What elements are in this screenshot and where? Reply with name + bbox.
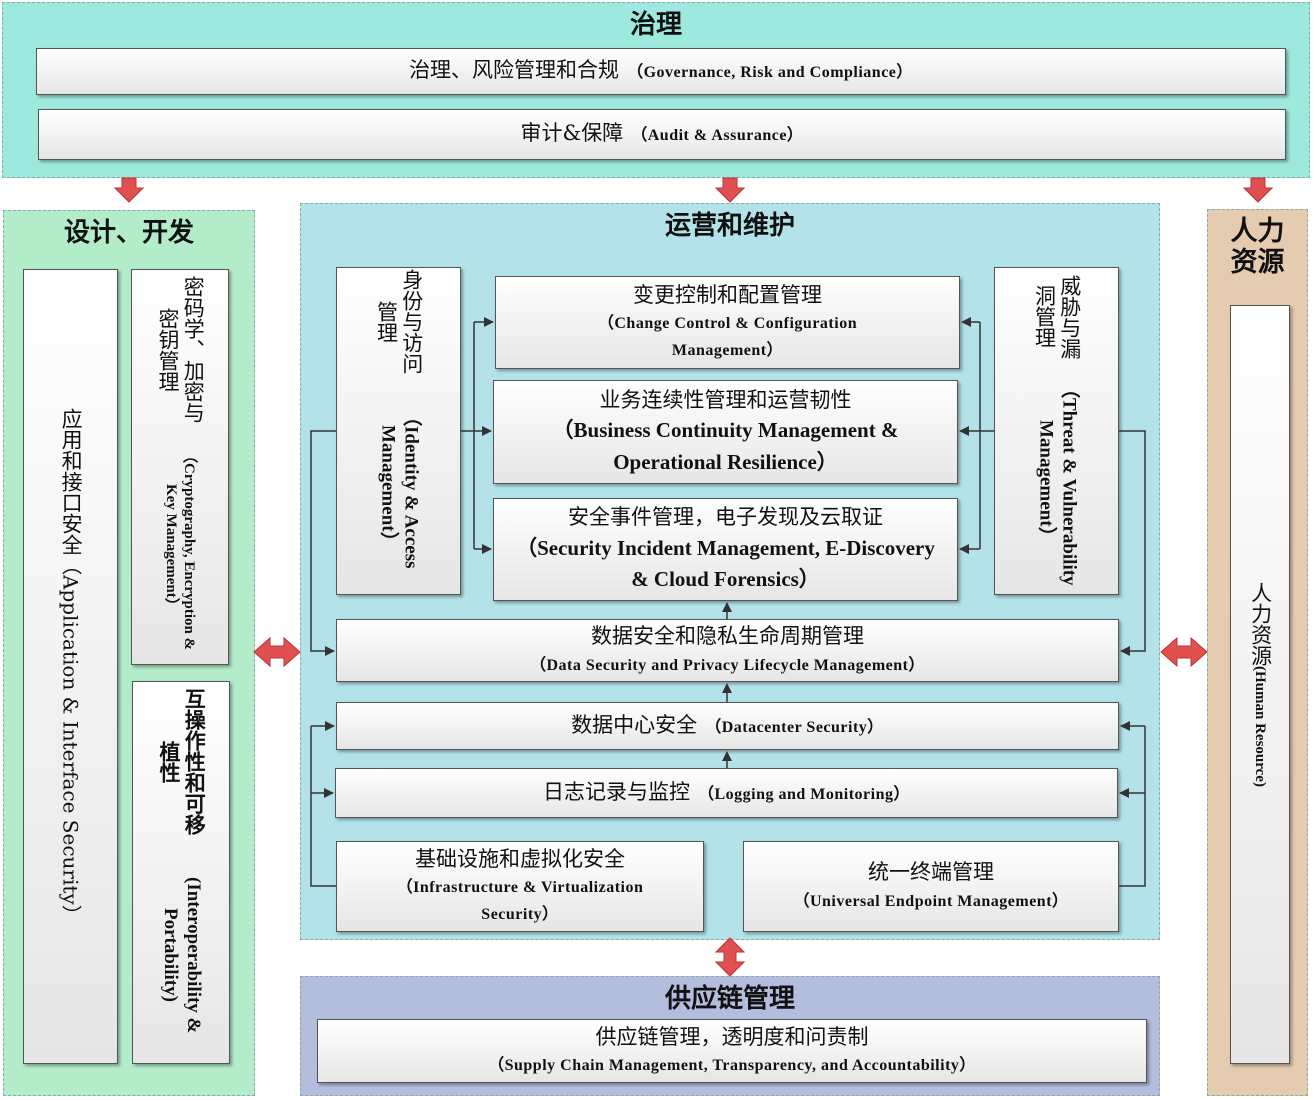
design-title: 设计、开发	[63, 218, 194, 248]
app-security-cn-label: 应用和接口安全	[59, 408, 84, 556]
crypto-en-label: （Cryptography, Encryption & Key Manageme…	[163, 447, 197, 650]
endpoint-box[interactable]: 统一终端管理 （Universal Endpoint Management）	[743, 841, 1119, 932]
double-arrow-bottom	[714, 937, 746, 977]
audit-en-label: （Audit & Assurance）	[631, 127, 804, 145]
data-security-box[interactable]: 数据安全和隐私生命周期管理 （Data Security and Privacy…	[336, 619, 1119, 682]
business-continuity-cn-label: 业务连续性管理和运营韧性	[599, 387, 852, 412]
double-arrow-left	[253, 636, 301, 668]
down-arrow-hr	[1242, 177, 1274, 203]
datacenter-en-label: （Datacenter Security）	[705, 718, 884, 736]
infrastructure-cn-label: 基础设施和虚拟化安全	[415, 846, 625, 871]
crypto-box[interactable]: 密码学、加密与密钥管理 （Cryptography, Encryption & …	[131, 269, 229, 665]
logging-cn-label: 日志记录与监控	[542, 779, 690, 804]
data-security-cn-label: 数据安全和隐私生命周期管理	[591, 624, 864, 649]
datacenter-box[interactable]: 数据中心安全 （Datacenter Security）	[336, 702, 1119, 750]
down-arrow-operations	[714, 177, 746, 203]
security-incident-en-label: （Security Incident Management, E-Discove…	[516, 535, 935, 592]
infrastructure-en-label: （Infrastructure & Virtualization Securit…	[396, 879, 644, 924]
datacenter-cn-label: 数据中心安全	[571, 712, 698, 737]
iam-box[interactable]: 身份与访问管理 （Identity & Access Management）	[336, 267, 461, 595]
interop-box[interactable]: 互操作性和可移植性 (Interoperability & Portabilit…	[132, 681, 230, 1064]
interop-cn-label: 互操作性和可移植性	[157, 688, 207, 836]
down-arrow-design	[113, 177, 145, 203]
hr-title: 人力资源	[1230, 216, 1285, 279]
governance-title: 治理	[629, 10, 682, 40]
infrastructure-box[interactable]: 基础设施和虚拟化安全 （Infrastructure & Virtualizat…	[336, 841, 704, 932]
operations-title: 运营和维护	[664, 211, 795, 241]
logging-en-label: （Logging and Monitoring）	[697, 785, 911, 803]
hr-box[interactable]: 人力资源 (Human Resource)	[1230, 305, 1290, 1064]
threat-vulnerability-cn-label: 威胁与漏洞管理	[1032, 274, 1082, 359]
data-security-en-label: （Data Security and Privacy Lifecycle Man…	[529, 656, 926, 674]
security-incident-cn-label: 安全事件管理，电子发现及云取证	[568, 505, 883, 530]
business-continuity-box[interactable]: 业务连续性管理和运营韧性 （Business Continuity Manage…	[493, 380, 958, 484]
iam-cn-label: 身份与访问管理	[374, 269, 424, 375]
threat-vulnerability-en-label: （Threat & Vulnerability Management）	[1035, 379, 1080, 586]
change-control-cn-label: 变更控制和配置管理	[633, 282, 822, 307]
threat-vulnerability-box[interactable]: 威胁与漏洞管理 （Threat & Vulnerability Manageme…	[994, 267, 1119, 595]
crypto-cn-label: 密码学、加密与密钥管理	[156, 276, 206, 424]
supply-chain-box[interactable]: 供应链管理，透明度和问责制 （Supply Chain Management, …	[317, 1019, 1147, 1083]
grc-en-label: （Governance, Risk and Compliance）	[627, 64, 913, 82]
audit-box[interactable]: 审计&保障 （Audit & Assurance）	[38, 109, 1286, 160]
grc-box[interactable]: 治理、风险管理和合规 （Governance, Risk and Complian…	[36, 48, 1286, 95]
double-arrow-right	[1160, 636, 1208, 668]
app-security-en-label: （Application & Interface Security）	[58, 555, 83, 925]
logging-box[interactable]: 日志记录与监控 （Logging and Monitoring）	[335, 768, 1118, 818]
endpoint-en-label: （Universal Endpoint Management）	[793, 892, 1069, 910]
supply-chain-cn-label: 供应链管理，透明度和问责制	[595, 1024, 869, 1049]
audit-cn-label: 审计&保障	[520, 121, 624, 146]
grc-cn-label: 治理、风险管理和合规	[409, 58, 620, 83]
endpoint-cn-label: 统一终端管理	[868, 860, 994, 885]
iam-en-label: （Identity & Access Management）	[377, 406, 422, 569]
interop-en-label: (Interoperability & Portability)	[160, 877, 204, 1034]
hr-cn-label: 人力资源	[1248, 582, 1273, 667]
security-incident-box[interactable]: 安全事件管理，电子发现及云取证 （Security Incident Manag…	[493, 498, 958, 601]
business-continuity-en-label: （Business Continuity Management & Operat…	[552, 418, 899, 474]
supply-chain-en-label: （Supply Chain Management, Transparency, …	[488, 1057, 976, 1075]
app-security-box[interactable]: 应用和接口安全 （Application & Interface Security…	[23, 269, 118, 1064]
change-control-en-label: （Change Control & Configuration Manageme…	[597, 315, 858, 360]
change-control-box[interactable]: 变更控制和配置管理 （Change Control & Configuratio…	[495, 276, 960, 369]
hr-en-label: (Human Resource)	[1252, 666, 1268, 787]
supply-title: 供应链管理	[664, 984, 795, 1014]
